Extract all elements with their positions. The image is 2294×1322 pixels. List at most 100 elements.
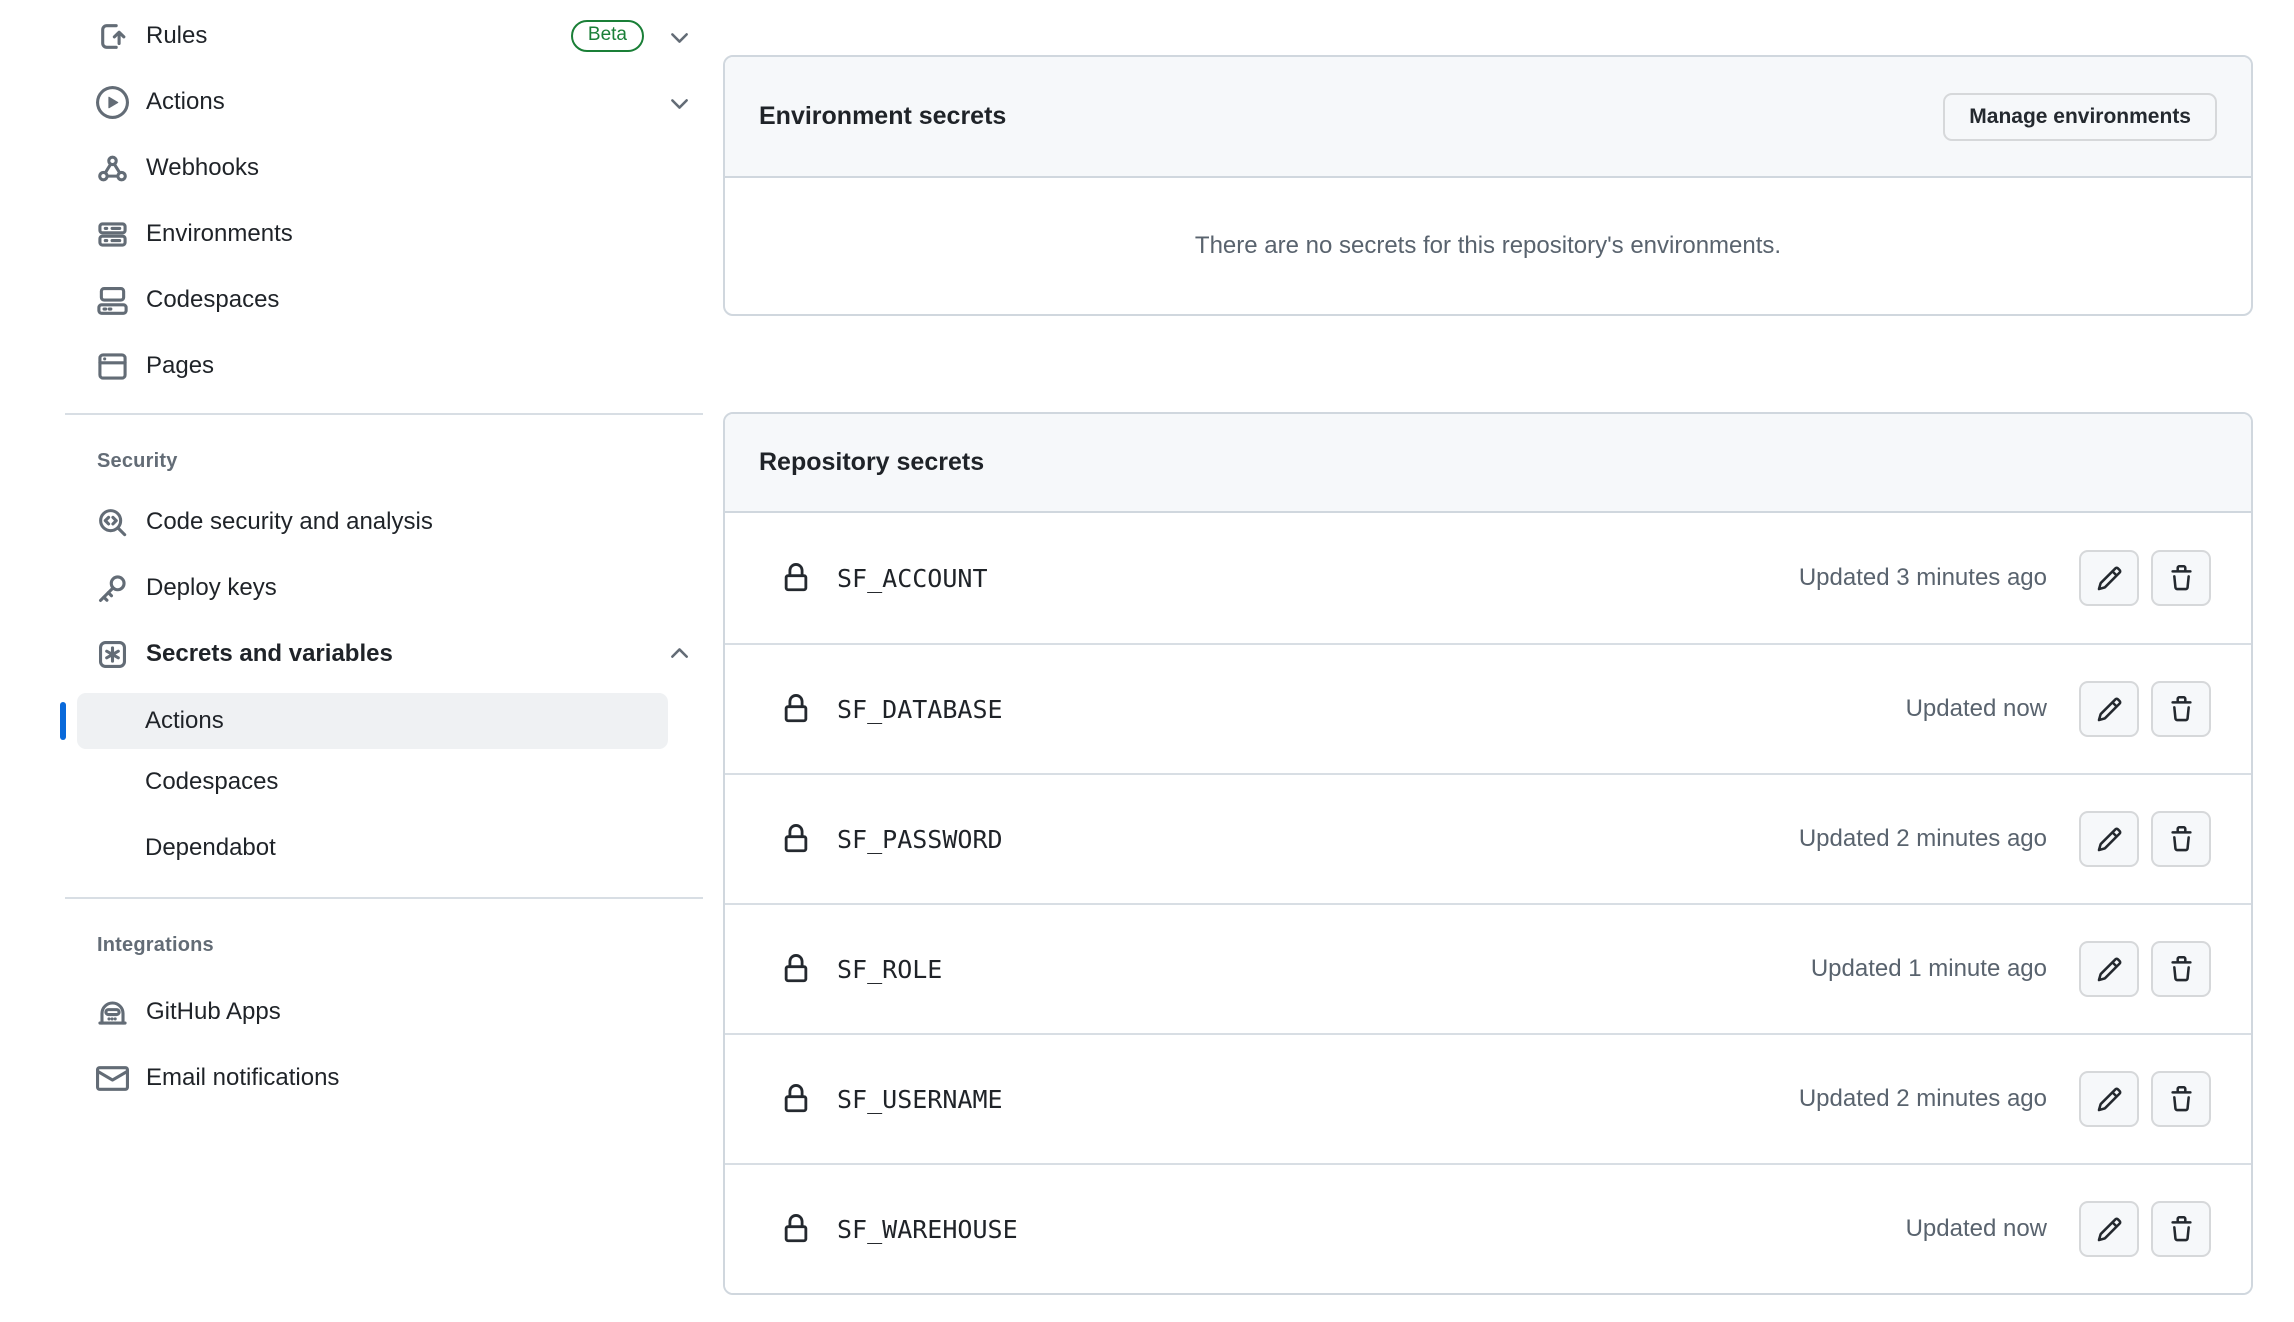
sidebar-item-code-security[interactable]: Code security and analysis — [60, 489, 705, 555]
delete-secret-button[interactable] — [2151, 811, 2211, 867]
environment-secrets-card: Environment secrets Manage environments … — [723, 55, 2253, 316]
edit-secret-button[interactable] — [2079, 1071, 2139, 1127]
sidebar-item-github-apps[interactable]: GitHub Apps — [60, 979, 705, 1045]
secret-name: SF_ROLE — [837, 955, 942, 984]
pencil-icon — [2096, 696, 2123, 723]
lock-icon — [781, 694, 811, 724]
chevron-down-icon — [666, 89, 693, 116]
pencil-icon — [2096, 956, 2123, 983]
lock-icon — [781, 1084, 811, 1114]
lock-icon — [781, 563, 811, 593]
secret-updated: Updated 1 minute ago — [1811, 955, 2047, 983]
manage-environments-button[interactable]: Manage environments — [1943, 93, 2217, 141]
repository-secrets-title: Repository secrets — [759, 448, 984, 477]
sidebar-item-label: Pages — [146, 354, 214, 378]
sidebar-item-webhooks[interactable]: Webhooks — [60, 135, 705, 201]
pencil-icon — [2096, 1216, 2123, 1243]
sidebar-item-codespaces[interactable]: Codespaces — [60, 267, 705, 333]
environment-secrets-empty-message: There are no secrets for this repository… — [725, 178, 2251, 314]
sidebar-item-rules[interactable]: Rules Beta — [60, 3, 705, 69]
delete-secret-button[interactable] — [2151, 681, 2211, 737]
environment-secrets-header: Environment secrets Manage environments — [725, 57, 2251, 178]
secret-row: SF_ACCOUNT Updated 3 minutes ago — [725, 513, 2251, 643]
mail-icon — [96, 1062, 129, 1095]
trash-icon — [2168, 1216, 2195, 1243]
secret-row: SF_ROLE Updated 1 minute ago — [725, 903, 2251, 1033]
secrets-main-content: Environment secrets Manage environments … — [723, 55, 2253, 1295]
sidebar-subitem-codespaces[interactable]: Codespaces — [60, 749, 705, 815]
edit-secret-button[interactable] — [2079, 811, 2139, 867]
delete-secret-button[interactable] — [2151, 941, 2211, 997]
sidebar-item-label: Code security and analysis — [146, 510, 433, 534]
sidebar-subitem-label: Actions — [145, 707, 224, 735]
server-icon — [96, 218, 129, 251]
delete-secret-button[interactable] — [2151, 1201, 2211, 1257]
sidebar-item-label: Codespaces — [146, 288, 279, 312]
sidebar-divider — [65, 413, 703, 415]
secret-name: SF_WAREHOUSE — [837, 1215, 1018, 1244]
secret-updated: Updated 2 minutes ago — [1799, 1085, 2047, 1113]
pencil-icon — [2096, 826, 2123, 853]
sidebar-subitem-label: Codespaces — [145, 768, 278, 796]
play-icon — [96, 86, 129, 119]
codescan-icon — [96, 506, 129, 539]
repository-secrets-card: Repository secrets SF_ACCOUNT Updated 3 … — [723, 412, 2253, 1295]
sidebar-item-label: Actions — [146, 90, 225, 114]
pencil-icon — [2096, 1086, 2123, 1113]
secret-row: SF_DATABASE Updated now — [725, 643, 2251, 773]
lock-icon — [781, 1214, 811, 1244]
sidebar-divider — [65, 897, 703, 899]
sidebar-item-actions[interactable]: Actions — [60, 69, 705, 135]
sidebar-item-label: Webhooks — [146, 156, 259, 180]
trash-icon — [2168, 826, 2195, 853]
trash-icon — [2168, 565, 2195, 592]
secret-row: SF_WAREHOUSE Updated now — [725, 1163, 2251, 1293]
lock-icon — [781, 824, 811, 854]
hubot-icon — [96, 996, 129, 1029]
secret-updated: Updated 3 minutes ago — [1799, 564, 2047, 592]
edit-secret-button[interactable] — [2079, 1201, 2139, 1257]
delete-secret-button[interactable] — [2151, 550, 2211, 606]
sidebar-item-deploy-keys[interactable]: Deploy keys — [60, 555, 705, 621]
sidebar-item-email-notifications[interactable]: Email notifications — [60, 1045, 705, 1111]
sidebar-item-secrets-and-variables[interactable]: Secrets and variables — [60, 621, 705, 687]
chevron-up-icon — [666, 641, 693, 668]
edit-secret-button[interactable] — [2079, 941, 2139, 997]
edit-secret-button[interactable] — [2079, 681, 2139, 737]
beta-badge: Beta — [571, 20, 644, 52]
webhook-icon — [96, 152, 129, 185]
secret-row: SF_PASSWORD Updated 2 minutes ago — [725, 773, 2251, 903]
sidebar-item-pages[interactable]: Pages — [60, 333, 705, 399]
secret-row: SF_USERNAME Updated 2 minutes ago — [725, 1033, 2251, 1163]
settings-sidebar: Rules Beta Actions Webhooks Environments… — [60, 3, 705, 1111]
trash-icon — [2168, 1086, 2195, 1113]
chevron-down-icon — [666, 23, 693, 50]
secret-updated: Updated now — [1906, 695, 2047, 723]
pencil-icon — [2096, 565, 2123, 592]
active-indicator-bar — [60, 702, 66, 740]
lock-icon — [781, 954, 811, 984]
sidebar-subitem-dependabot[interactable]: Dependabot — [60, 815, 705, 881]
sidebar-item-label: Deploy keys — [146, 576, 277, 600]
secret-updated: Updated 2 minutes ago — [1799, 825, 2047, 853]
sidebar-item-label: GitHub Apps — [146, 1000, 281, 1024]
trash-icon — [2168, 956, 2195, 983]
delete-secret-button[interactable] — [2151, 1071, 2211, 1127]
secret-updated: Updated now — [1906, 1215, 2047, 1243]
sidebar-section-integrations: Integrations — [60, 925, 705, 965]
secret-name: SF_PASSWORD — [837, 825, 1003, 854]
sidebar-section-security: Security — [60, 441, 705, 481]
sidebar-item-label: Rules — [146, 24, 207, 48]
sidebar-subitem-label: Dependabot — [145, 834, 276, 862]
edit-secret-button[interactable] — [2079, 550, 2139, 606]
trash-icon — [2168, 696, 2195, 723]
sidebar-item-label: Secrets and variables — [146, 642, 393, 666]
secret-name: SF_ACCOUNT — [837, 564, 988, 593]
sidebar-subitem-actions[interactable]: Actions — [77, 693, 668, 749]
secret-name: SF_DATABASE — [837, 695, 1003, 724]
key-icon — [96, 572, 129, 605]
secret-name: SF_USERNAME — [837, 1085, 1003, 1114]
sidebar-item-label: Email notifications — [146, 1066, 339, 1090]
asterisk-box-icon — [96, 638, 129, 671]
sidebar-item-environments[interactable]: Environments — [60, 201, 705, 267]
